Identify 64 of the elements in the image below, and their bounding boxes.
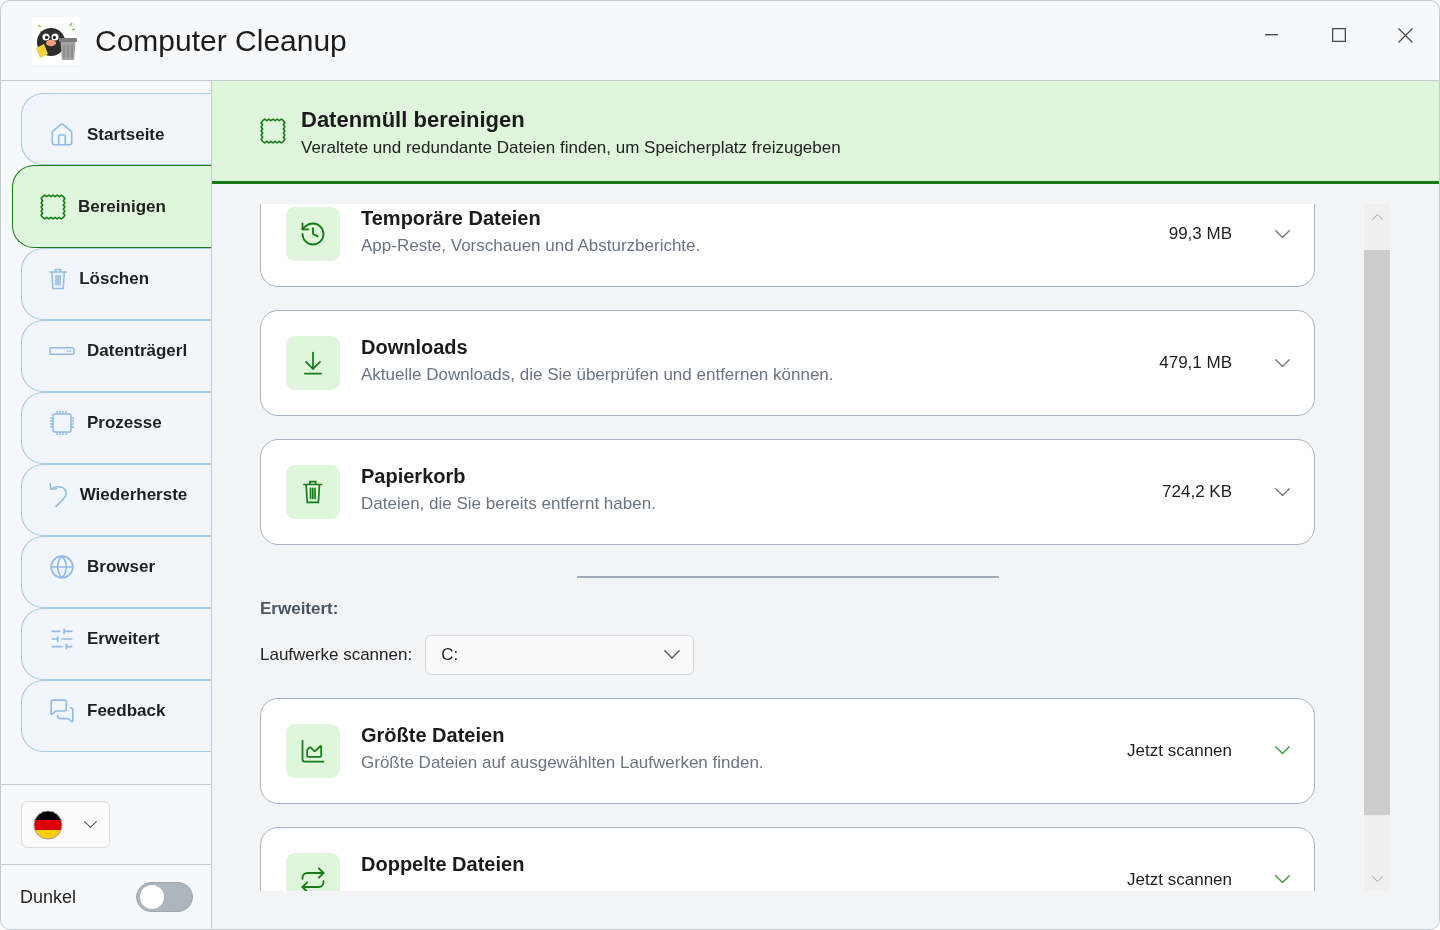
history-clock-icon [286,207,340,261]
dark-mode-toggle[interactable] [136,882,193,912]
download-icon [286,336,340,390]
nav-item[interactable]: Startseite [21,93,211,165]
minimize-icon [1265,34,1278,36]
category-card[interactable]: Doppelte Dateien Jetzt scannen [260,826,1315,891]
category-card[interactable]: Temporäre Dateien App-Reste, Vorschauen und Absturzberichte. 99,3 MB [260,204,1315,287]
scrollbar-thumb[interactable] [1364,250,1390,815]
repeat-arrows-icon [286,852,340,891]
card-title: Größte Dateien [361,723,505,747]
drive-select[interactable]: C: [425,634,695,675]
scroll-up-icon[interactable] [1371,214,1383,221]
nav-item[interactable]: Erweitert [21,608,211,680]
scan-now-button[interactable]: Jetzt scannen [1127,740,1232,761]
drive-icon [49,346,75,355]
chevron-down-icon[interactable] [1275,229,1290,239]
chevron-down-icon [84,820,97,829]
card-title: Papierkorb [361,465,466,488]
file-size-value: 724,2 KB [1162,482,1232,502]
nav-item[interactable]: Datenträgerl [21,320,211,392]
page-subtitle: Veraltete und redundante Dateien finden, um Speicherplatz freizugeben [301,137,841,158]
language-select[interactable] [21,801,110,848]
window-title: Computer Cleanup [95,23,348,58]
nav-item[interactable]: Browser [21,536,211,608]
section-heading: Erweitert: [260,598,339,619]
scan-now-button[interactable]: Jetzt scannen [1127,869,1232,890]
card-description: Aktuelle Downloads, die Sie überprüfen und entfernen können. [361,365,834,385]
mascot-logo-icon [32,16,80,65]
card-title: Downloads [361,336,468,359]
scrollbar-track[interactable] [1364,204,1390,891]
file-size-value: 479,1 MB [1159,353,1232,373]
chevron-down-icon[interactable] [1275,746,1290,755]
category-card[interactable]: Papierkorb Dateien, die Sie bereits entfernt haben. 724,2 KB [260,439,1315,545]
category-card[interactable]: Downloads Aktuelle Downloads, die Sie überprüfen und entfernen können. 479,1 MB [260,310,1315,416]
file-size-value: 99,3 MB [1168,224,1232,244]
page-title: Datenmüll bereinigen [301,106,526,133]
chevron-down-icon[interactable] [1275,487,1290,497]
nav-item[interactable]: Löschen [21,248,211,320]
undo-arrow-icon [49,481,68,508]
card-title: Temporäre Dateien [361,207,541,230]
chip-icon [49,409,75,436]
category-card[interactable]: Größte Dateien Größte Dateien auf ausgewählten Laufwerken finden. Jetzt scannen [260,697,1315,804]
close-icon [1398,27,1413,43]
card-description: Dateien, die Sie bereits entfernt haben. [361,494,656,514]
house-icon [49,121,75,148]
chevron-down-icon[interactable] [1275,358,1290,368]
scroll-down-icon[interactable] [1371,875,1383,882]
nav-item[interactable]: Feedback [21,680,211,752]
drive-select-label: Laufwerke scannen: [260,644,413,665]
nav-item[interactable]: Bereinigen [12,165,211,248]
nav-item[interactable]: Prozesse [21,392,211,464]
card-description: App-Reste, Vorschauen und Absturzberichte. [361,236,701,256]
nav-item[interactable]: Wiederherste [21,464,211,536]
dark-mode-label: Dunkel [20,886,77,908]
trash-icon [286,465,340,519]
globe-icon [49,553,75,580]
flag-icon [33,809,63,840]
chevron-down-icon [664,650,681,659]
card-title: Doppelte Dateien [361,852,525,876]
maximize-icon [1331,28,1346,42]
chevron-down-icon[interactable] [1275,875,1290,884]
area-chart-icon [286,723,340,778]
chat-bubbles-icon [49,697,75,724]
card-description: Größte Dateien auf ausgewählten Laufwerken finden. [361,752,764,773]
